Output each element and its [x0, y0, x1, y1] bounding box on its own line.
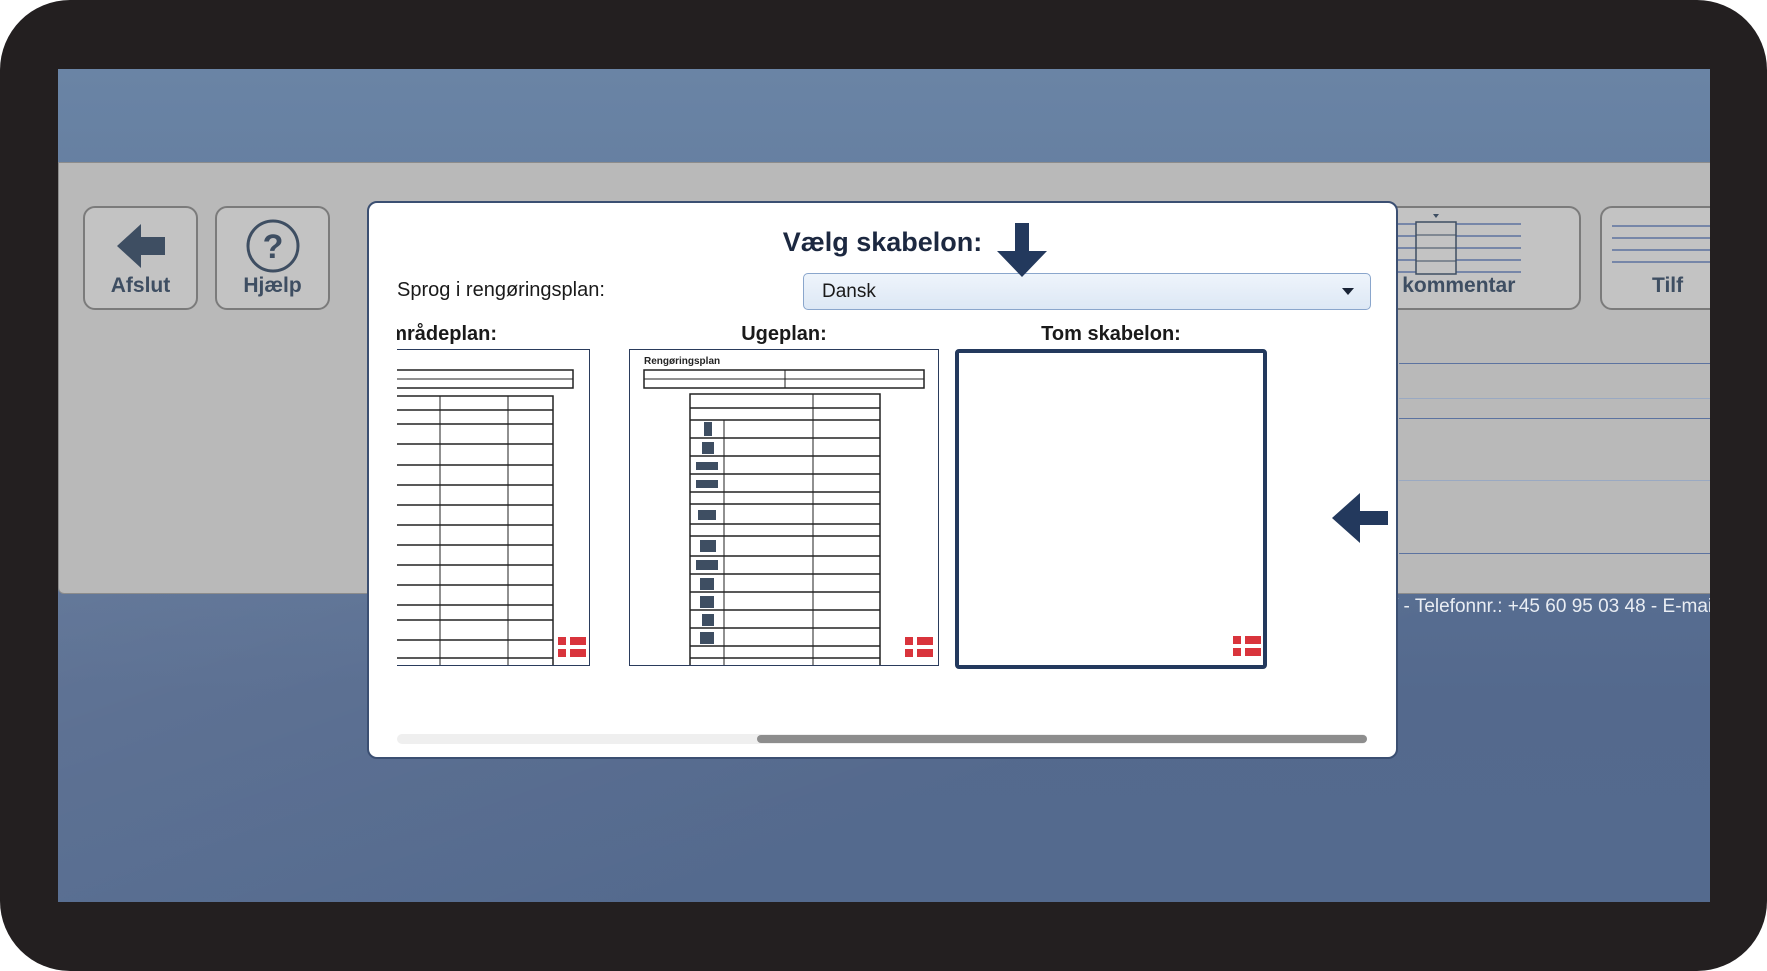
template-title-blank: Tom skabelon: [1041, 323, 1181, 345]
scrollbar-thumb[interactable] [757, 735, 1367, 743]
arrow-left-icon [1332, 493, 1388, 543]
preview-heading: Rengøringsplan [644, 356, 720, 367]
svg-text:?: ? [262, 228, 283, 266]
arrow-down-icon [997, 223, 1047, 277]
template-card-area-plan[interactable] [397, 349, 590, 666]
danish-flag-icon [1233, 636, 1261, 656]
table-grid [1399, 363, 1710, 583]
week-plan-preview: Rengøringsplan [643, 356, 925, 665]
exit-button[interactable]: Afslut [83, 206, 198, 310]
footer-contact: / - Telefonnr.: +45 60 95 03 48 - E-mail [1393, 596, 1710, 617]
area-plan-preview [397, 369, 574, 665]
language-select[interactable]: Dansk [803, 273, 1371, 310]
add-label: Tilf [1652, 274, 1684, 297]
template-card-blank[interactable] [955, 349, 1267, 669]
exit-button-label: Afslut [110, 274, 171, 297]
template-title-week: Ugeplan: [741, 323, 827, 345]
danish-flag-icon [905, 637, 933, 657]
tablet-frame: Afslut ? Hjælp Tilføj kommentar Tilf / -… [0, 0, 1767, 971]
template-card-week-plan[interactable]: Rengøringsplan [629, 349, 939, 666]
chevron-down-icon [1342, 288, 1354, 295]
template-dialog: Vælg skabelon: Sprog i rengøringsplan: D… [367, 201, 1398, 759]
app-screen: Afslut ? Hjælp Tilføj kommentar Tilf / -… [58, 69, 1710, 902]
danish-flag-icon [558, 637, 586, 657]
arrow-left-icon [116, 224, 165, 268]
template-list: Områdeplan: [397, 323, 1387, 753]
help-button-label: Hjælp [243, 274, 302, 297]
help-button[interactable]: ? Hjælp [215, 206, 330, 310]
dialog-title: Vælg skabelon: [782, 227, 983, 257]
table-icon [1612, 225, 1710, 263]
add-button[interactable]: Tilf [1600, 206, 1710, 310]
template-title-area: Områdeplan: [397, 323, 497, 345]
language-select-value: Dansk [822, 281, 876, 302]
language-label: Sprog i rengøringsplan: [397, 279, 605, 301]
horizontal-scrollbar[interactable] [397, 734, 1367, 744]
help-icon: ? [246, 219, 299, 273]
